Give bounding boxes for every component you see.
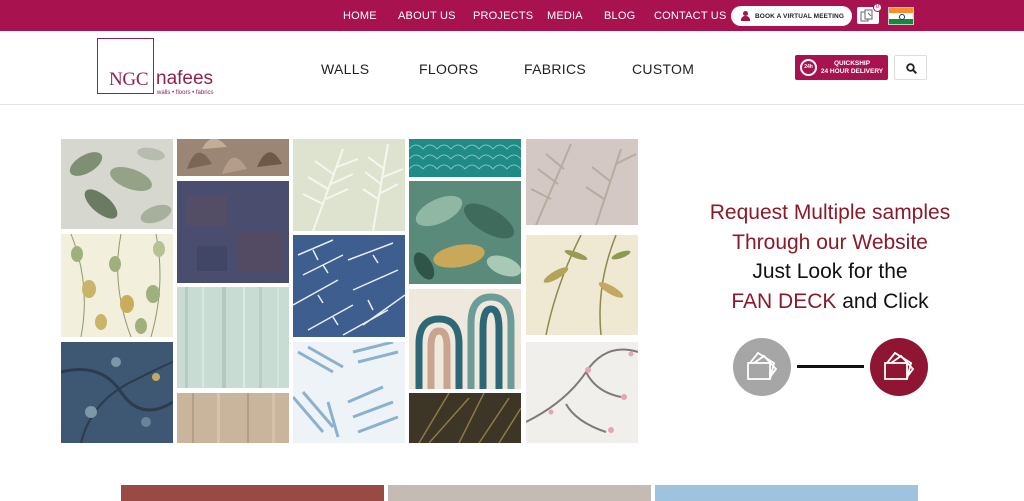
top-nav-media[interactable]: MEDIA [547, 10, 583, 22]
main-nav-custom[interactable]: CUSTOM [632, 61, 694, 77]
search-button[interactable] [894, 55, 927, 80]
sample-tile-cherry-blossom[interactable] [526, 342, 638, 443]
sample-tile-leaves[interactable] [61, 139, 173, 229]
book-virtual-meeting-button[interactable]: BOOK A VIRTUAL MEETING [731, 6, 852, 26]
main-nav-floors[interactable]: FLOORS [419, 61, 478, 77]
fan-deck-promo: Request Multiple samples Through our Web… [660, 198, 1000, 316]
sample-tile-blue-botanical[interactable] [61, 342, 173, 443]
user-icon [741, 11, 750, 21]
sample-tile-dark-fern[interactable] [409, 393, 521, 443]
category-banner-3[interactable] [655, 485, 918, 501]
sample-tile-teal-scales[interactable] [409, 139, 521, 177]
fan-deck-connector [797, 365, 864, 368]
logo-nafees-text: nafees [156, 68, 214, 89]
promo-line-3: Just Look for the [752, 260, 908, 283]
sample-tile-blue-strokes[interactable] [293, 342, 405, 443]
sample-cart-icon [860, 9, 873, 22]
promo-fan-deck-highlight: FAN DECK [731, 289, 837, 313]
sample-tile-mauve-palms[interactable] [526, 139, 638, 225]
sample-tile-palm-fronds[interactable] [293, 139, 405, 231]
sample-tile-ivy[interactable] [61, 234, 173, 337]
promo-line-1: Request Multiple samples [709, 201, 951, 224]
top-nav-home[interactable]: HOME [343, 10, 377, 22]
category-banner-1[interactable] [121, 485, 384, 501]
main-nav-walls[interactable]: WALLS [321, 61, 369, 77]
search-icon [906, 63, 917, 74]
promo-line-2: Through our Website [732, 230, 928, 254]
sample-tile-indigo-texture[interactable] [177, 181, 289, 283]
category-banner-2[interactable] [388, 485, 651, 501]
main-nav-fabrics[interactable]: FABRICS [524, 61, 586, 77]
sample-tile-ginkgo[interactable] [177, 139, 289, 176]
sample-tile-blue-leaves[interactable] [293, 235, 405, 337]
india-flag-icon[interactable] [888, 7, 914, 25]
fan-deck-red-icon [870, 338, 928, 396]
sample-tile-art-deco-arches[interactable] [409, 289, 521, 389]
logo-tagline: walls • floors • fabrics [157, 90, 214, 96]
clock-icon: 24h [800, 59, 817, 76]
top-nav-blog[interactable]: BLOG [604, 10, 635, 22]
promo-line-4-rest: and Click [836, 289, 929, 313]
top-nav-about-us[interactable]: ABOUT US [398, 10, 456, 22]
top-nav-projects[interactable]: PROJECTS [473, 10, 533, 22]
quickship-button[interactable]: 24h QUICKSHIP 24 HOUR DELIVERY [795, 55, 888, 80]
sample-tile-bamboo[interactable] [526, 235, 638, 335]
promo-line-4: FAN DECK and Click [660, 287, 1000, 317]
quickship-label: QUICKSHIP [833, 60, 871, 67]
fan-deck-grey-icon [733, 338, 791, 396]
main-header: NGC nafees walls • floors • fabrics WALL… [0, 31, 1024, 105]
sample-tile-jungle[interactable] [409, 181, 521, 284]
top-nav-contact-us[interactable]: CONTACT US [654, 10, 727, 22]
top-bar: HOME ABOUT US PROJECTS MEDIA BLOG CONTAC… [0, 0, 1024, 31]
book-virtual-meeting-label: BOOK A VIRTUAL MEETING [755, 12, 844, 20]
sample-tile-mint-stripe[interactable] [177, 287, 289, 388]
sample-count-badge: 0 [873, 3, 882, 12]
logo-ngc-text: NGC [109, 69, 149, 90]
quickship-sub-label: 24 HOUR DELIVERY [820, 68, 884, 75]
sample-tile-wood-grain[interactable] [177, 393, 289, 443]
